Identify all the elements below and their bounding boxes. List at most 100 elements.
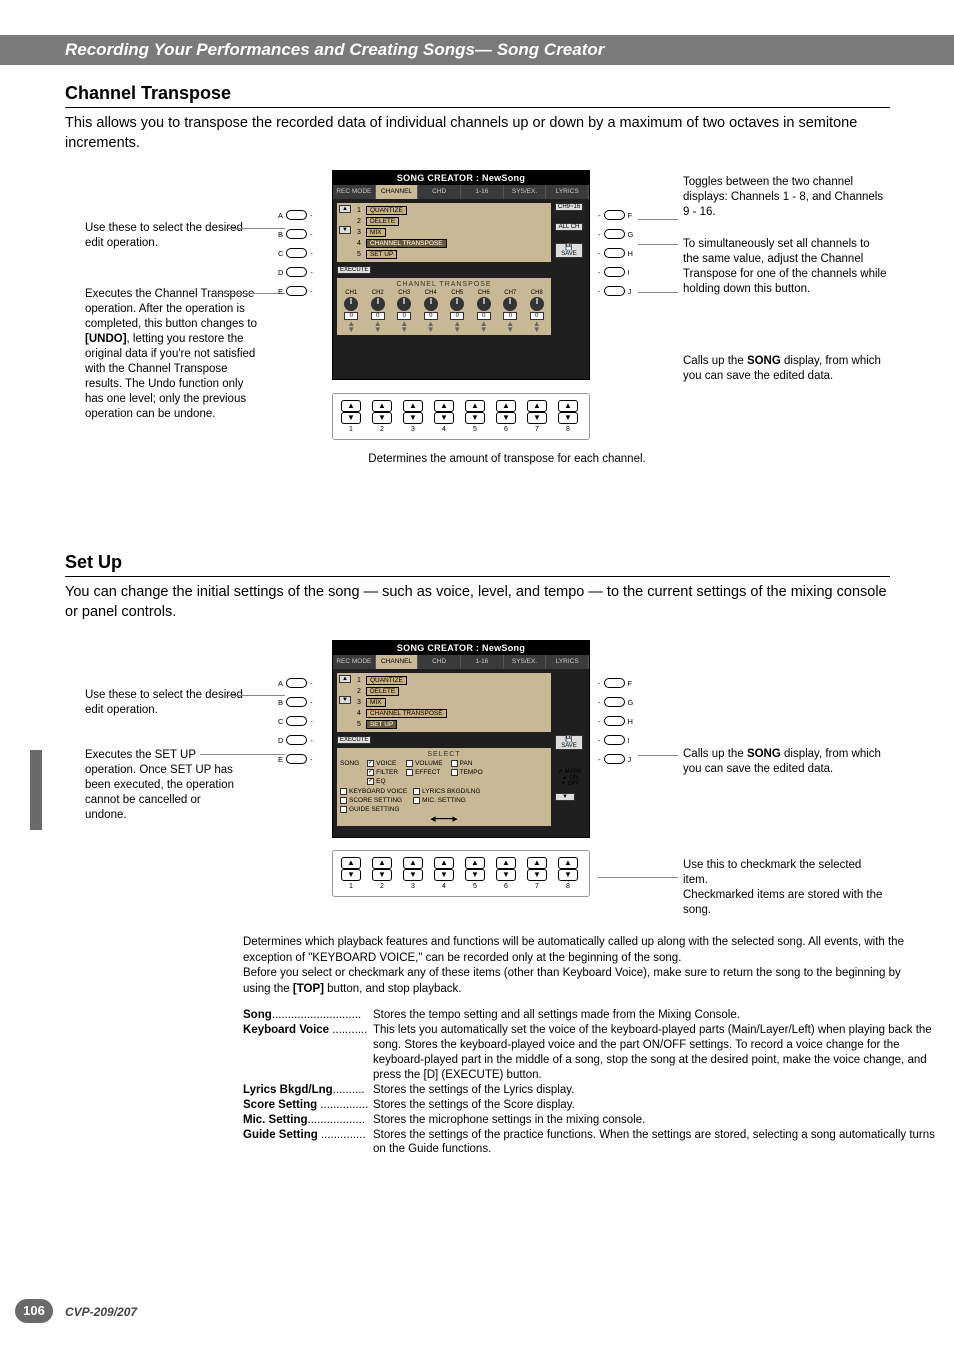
ch-label: CH3 [393,290,416,296]
up-button[interactable]: ▲ [403,857,423,869]
ch-label: CH2 [367,290,390,296]
pill-button[interactable] [286,248,307,258]
checkbox-icon [413,797,420,804]
pill-button[interactable] [286,735,307,745]
pill-button[interactable] [286,716,307,726]
pill-button[interactable] [604,267,625,277]
menu-item-selected: SET UP [366,720,397,729]
pill-button[interactable] [286,210,307,220]
lcd-tabs: REC MODE CHANNEL CHD 1-16 SYS/EX. LYRICS [333,185,589,199]
down-button[interactable]: ▼ [558,869,578,881]
lcd-tab: 1-16 [461,185,504,199]
menu-item: SET UP [366,250,397,259]
pill-button[interactable] [604,229,625,239]
down-button[interactable]: ▼ [372,869,392,881]
arrow-icon: ▲▼ [526,321,549,332]
btn-label: C [278,717,283,726]
down-button[interactable]: ▼ [403,412,423,424]
lcd-tab: SYS/EX. [504,655,547,669]
up-button[interactable]: ▲ [465,400,485,412]
pill-button[interactable] [286,697,307,707]
up-button[interactable]: ▲ [558,857,578,869]
down-button[interactable]: ▼ [403,869,423,881]
up-button[interactable]: ▲ [372,400,392,412]
menu-num: 1 [355,207,363,214]
pill-button[interactable] [604,210,625,220]
pill-button[interactable] [604,754,625,764]
arrow-icon: ▲▼ [420,321,443,332]
down-button[interactable]: ▼ [496,412,516,424]
up-button[interactable]: ▲ [558,400,578,412]
up-button[interactable]: ▲ [341,857,361,869]
definition-row: Guide Setting ..............Stores the s… [243,1128,943,1158]
select-title: SELECT [340,751,548,758]
text: Executes the Channel Transpose operation… [85,288,257,330]
pill-button[interactable] [286,678,307,688]
btn-label: H [628,717,633,726]
up-button[interactable]: ▲ [527,400,547,412]
ch-label: CH4 [420,290,443,296]
btn-label: B [278,698,283,707]
up-button[interactable]: ▲ [434,857,454,869]
top-bold: [TOP] [293,983,324,995]
pill-button[interactable] [604,286,625,296]
up-button[interactable]: ▲ [527,857,547,869]
cb-label: KEYBOARD VOICE [349,788,407,795]
callout-ct-left2: Executes the Channel Transpose operation… [85,287,260,421]
up-button[interactable]: ▲ [496,400,516,412]
pill-button[interactable] [604,678,625,688]
down-button[interactable]: ▼ [465,412,485,424]
down-button[interactable]: ▼ [434,869,454,881]
pill-button[interactable] [286,286,307,296]
pill-button[interactable] [604,735,625,745]
up-button[interactable]: ▲ [496,857,516,869]
side-tab-marker [30,750,42,830]
down-button[interactable]: ▼ [496,869,516,881]
down-button[interactable]: ▼ [527,412,547,424]
save-label: SAVE [561,743,577,749]
down-button[interactable]: ▼ [341,869,361,881]
definition-term: Song............................ [243,1008,373,1023]
up-button[interactable]: ▲ [434,400,454,412]
callout-ct-left1: Use these to select the desired edit ope… [85,221,245,251]
pill-button[interactable] [286,267,307,277]
up-button[interactable]: ▲ [465,857,485,869]
btn-label: J [628,287,632,296]
menu-num: 2 [355,688,363,695]
btn-label: D [278,268,283,277]
down-button[interactable]: ▼ [434,412,454,424]
up-button[interactable]: ▲ [372,857,392,869]
pill-button[interactable] [604,248,625,258]
lcd-body-ct: CHANNEL TRANSPOSE CH10▲▼ CH20▲▼ CH30▲▼ C… [337,278,551,335]
text: button, and stop playback. [324,983,461,995]
num: 4 [442,426,446,433]
lcd-tab: 1-16 [461,655,504,669]
up-arrow-icon: ▲ [339,205,351,213]
checkbox-icon [413,788,420,795]
song-group-label: SONG [340,760,359,785]
up-button[interactable]: ▲ [403,400,423,412]
lcd-tab: CHD [418,655,461,669]
pill-button[interactable] [286,229,307,239]
mark-tick: ✔ MARK [555,768,585,775]
up-button[interactable]: ▲ [341,400,361,412]
btn-label: B [278,230,283,239]
lcd-title: SONG CREATOR : NewSong [333,171,589,185]
btn-label: F [628,679,633,688]
pill-button[interactable] [286,754,307,764]
btn-label: H [628,249,633,258]
callout-su-left1: Use these to select the desired edit ope… [85,688,245,718]
checkbox-icon [340,806,347,813]
checkbox-icon [340,797,347,804]
cb-label: FILTER [376,769,398,776]
definition-row: Song............................Stores t… [243,1008,943,1023]
down-button[interactable]: ▼ [372,412,392,424]
channel-strip: CH10▲▼ CH20▲▼ CH30▲▼ CH40▲▼ CH50▲▼ CH60▲… [340,290,548,332]
down-button[interactable]: ▼ [465,869,485,881]
down-button[interactable]: ▼ [527,869,547,881]
down-arrow-icon: ▼ [339,696,351,704]
pill-button[interactable] [604,716,625,726]
down-button[interactable]: ▼ [341,412,361,424]
down-button[interactable]: ▼ [558,412,578,424]
pill-button[interactable] [604,697,625,707]
